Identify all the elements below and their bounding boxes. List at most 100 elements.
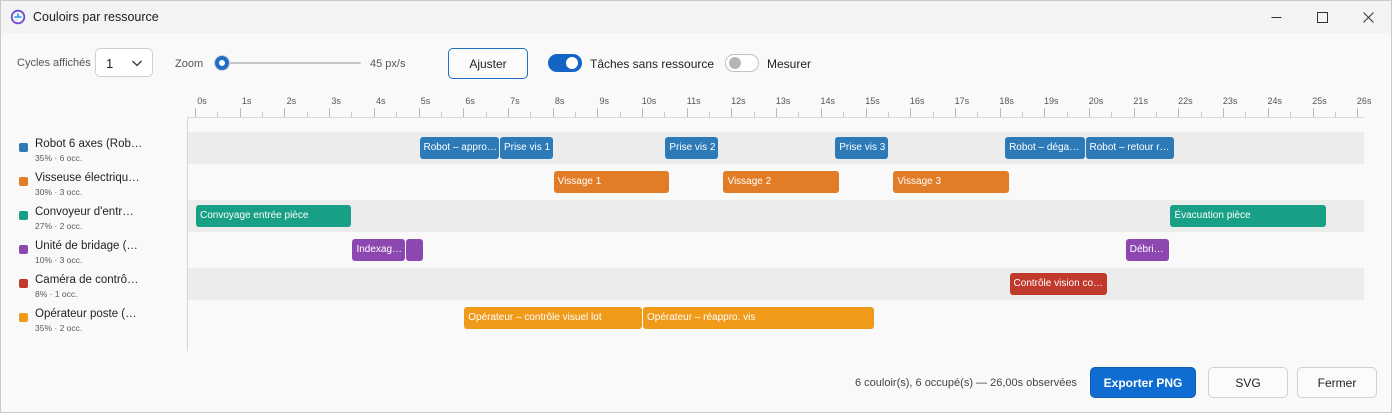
task-bar[interactable]: Évacuation pièce — [1170, 205, 1326, 227]
tick-mark — [1133, 108, 1135, 117]
tick-mark — [1267, 108, 1269, 117]
tick-mark — [463, 108, 465, 117]
tick-label: 19s — [1044, 96, 1059, 106]
tick-minor-mark — [977, 112, 979, 117]
task-bar[interactable] — [406, 239, 423, 261]
lane-color-swatch — [19, 313, 28, 322]
tick-label: 24s — [1267, 96, 1283, 106]
cycles-label: Cycles affichés — [17, 57, 91, 69]
export-png-button[interactable]: Exporter PNG — [1090, 367, 1196, 398]
unassigned-tasks-toggle[interactable] — [548, 54, 582, 72]
chevron-down-icon — [132, 60, 142, 67]
task-bar[interactable]: Opérateur – contrôle visuel lot — [464, 307, 642, 329]
tick-label: 16s — [909, 96, 925, 106]
status-text: 6 couloir(s), 6 occupé(s) — 26,00s obser… — [855, 377, 1077, 389]
task-bar[interactable]: Indexag… — [352, 239, 406, 261]
unassigned-tasks-label: Tâches sans ressource — [590, 57, 715, 71]
tick-minor-mark — [843, 112, 845, 117]
tick-mark — [731, 108, 733, 117]
cycles-value: 1 — [106, 56, 114, 71]
task-bar[interactable]: Contrôle vision co… — [1009, 273, 1107, 295]
tick-label: 1s — [241, 96, 252, 106]
svg-button[interactable]: SVG — [1208, 367, 1288, 398]
tick-minor-mark — [530, 112, 532, 117]
tick-minor-mark — [619, 112, 621, 117]
lane-name: Convoyeur d'entr… — [35, 206, 134, 218]
tick-mark — [686, 108, 688, 117]
tick-mark — [999, 108, 1001, 117]
adjust-button[interactable]: Ajuster — [448, 48, 528, 79]
tick-mark — [910, 108, 912, 117]
tick-mark — [642, 108, 643, 117]
lane-stats: 35% · 6 occ. — [35, 153, 83, 163]
toggle-knob — [566, 57, 578, 69]
cycles-dropdown[interactable]: 1 — [95, 48, 153, 77]
measure-toggle[interactable] — [725, 54, 759, 72]
zoom-value: 45 px/s — [370, 58, 406, 70]
tick-minor-mark — [1066, 112, 1068, 117]
tick-mark — [373, 108, 375, 117]
tick-label: 6s — [465, 96, 475, 106]
tick-minor-mark — [932, 112, 934, 117]
tick-label: 18s — [999, 96, 1014, 106]
minimize-icon[interactable] — [1253, 1, 1299, 33]
tick-mark — [865, 108, 867, 117]
tick-label: 9s — [599, 96, 610, 106]
lane-name: Unité de bridage (… — [35, 240, 138, 252]
task-bar[interactable]: Vissage 1 — [553, 171, 669, 193]
tick-minor-mark — [1245, 112, 1247, 117]
tick-mark — [507, 108, 509, 117]
tick-mark — [954, 108, 956, 117]
close-icon[interactable] — [1345, 1, 1391, 33]
tick-minor-mark — [1290, 112, 1292, 117]
lane-row — [188, 132, 1364, 164]
task-bar[interactable]: Prise vis 3 — [835, 137, 888, 159]
tick-label: 7s — [510, 96, 520, 106]
maximize-icon[interactable] — [1299, 1, 1345, 33]
tick-minor-mark — [1200, 112, 1202, 117]
task-bar[interactable]: Vissage 3 — [893, 171, 1009, 193]
task-bar[interactable]: Prise vis 1 — [499, 137, 553, 159]
zoom-slider-thumb[interactable] — [215, 56, 229, 70]
tick-minor-mark — [574, 112, 576, 117]
tick-mark — [552, 108, 554, 117]
tick-label: 26s — [1356, 96, 1372, 106]
tick-label: 21s — [1133, 96, 1148, 106]
tick-minor-mark — [664, 112, 666, 117]
lane-row — [188, 268, 1364, 300]
tick-minor-mark — [396, 112, 398, 117]
tick-label: 5s — [420, 96, 431, 106]
title-bar: Couloirs par ressource — [1, 1, 1391, 33]
task-bar[interactable]: Robot – déga… — [1005, 137, 1085, 159]
tick-label: 22s — [1178, 96, 1193, 106]
task-bar[interactable]: Vissage 2 — [723, 171, 839, 193]
tick-label: 12s — [731, 96, 746, 106]
time-ruler-line — [187, 117, 1364, 118]
tick-label: 20s — [1088, 96, 1104, 106]
lanes-window: Couloirs par ressource Cycles affichés 1… — [0, 0, 1392, 413]
tick-minor-mark — [306, 112, 308, 117]
task-bar[interactable]: Prise vis 2 — [665, 137, 718, 159]
tick-mark — [195, 108, 196, 117]
task-bar[interactable]: Robot – retour r… — [1085, 137, 1174, 159]
tick-label: 14s — [820, 96, 836, 106]
zoom-slider-track[interactable] — [222, 62, 361, 64]
tick-minor-mark — [351, 112, 353, 117]
lane-stats: 8% · 1 occ. — [35, 289, 78, 299]
task-bar[interactable]: Robot – appro… — [419, 137, 499, 159]
tick-mark — [1089, 108, 1090, 117]
tick-label: 11s — [686, 96, 701, 106]
tick-mark — [239, 108, 241, 117]
tick-label: 23s — [1222, 96, 1238, 106]
tick-minor-mark — [887, 112, 889, 117]
tick-label: 3s — [331, 96, 341, 106]
app-icon — [10, 9, 26, 25]
tick-mark — [1044, 108, 1046, 117]
close-button[interactable]: Fermer — [1297, 367, 1377, 398]
task-bar[interactable]: Convoyage entrée pièce — [196, 205, 352, 227]
lane-stats: 30% · 3 occ. — [35, 187, 83, 197]
tick-label: 15s — [865, 96, 880, 106]
task-bar[interactable]: Opérateur – réappro. vis — [643, 307, 875, 329]
task-bar[interactable]: Débri… — [1125, 239, 1170, 261]
toggle-knob — [729, 57, 741, 69]
